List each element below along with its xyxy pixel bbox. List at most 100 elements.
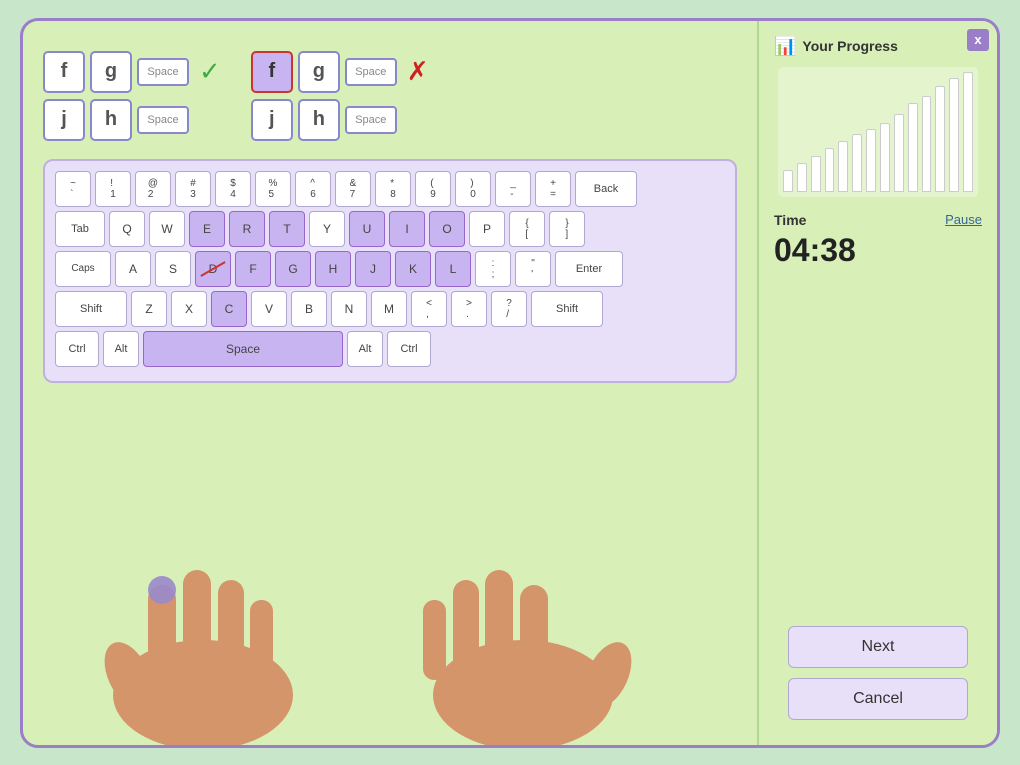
key-ctrl-right[interactable]: Ctrl	[387, 331, 431, 367]
key-7[interactable]: &7	[335, 171, 371, 207]
kb-row-2: Tab Q W E R T Y U I O P {[ }]	[55, 211, 725, 247]
key-equals[interactable]: +=	[535, 171, 571, 207]
key-d[interactable]: D	[195, 251, 231, 287]
key-5[interactable]: %5	[255, 171, 291, 207]
bar-13	[949, 78, 959, 192]
close-button[interactable]: x	[967, 29, 989, 51]
key-rbracket[interactable]: }]	[549, 211, 585, 247]
key-b[interactable]: B	[291, 291, 327, 327]
right-panel: x 📊 Your Progress Time Pause	[757, 21, 997, 745]
key-h-current: h	[298, 99, 340, 141]
key-h[interactable]: H	[315, 251, 351, 287]
key-space[interactable]: Space	[143, 331, 343, 367]
key-2[interactable]: @2	[135, 171, 171, 207]
key-q[interactable]: Q	[109, 211, 145, 247]
check-mark: ✓	[199, 56, 221, 87]
key-semicolon[interactable]: :;	[475, 251, 511, 287]
key-space-correct-r1: Space	[137, 58, 189, 86]
key-y[interactable]: Y	[309, 211, 345, 247]
key-f-correct: f	[43, 51, 85, 93]
key-o[interactable]: O	[429, 211, 465, 247]
key-g-current: g	[298, 51, 340, 93]
key-enter[interactable]: Enter	[555, 251, 623, 287]
key-f-current: f	[251, 51, 293, 93]
bar-2	[797, 163, 807, 192]
key-quote[interactable]: "'	[515, 251, 551, 287]
key-minus[interactable]: _-	[495, 171, 531, 207]
sequence-area: f g Space ✓ j h Space f g Space ✗	[43, 51, 737, 141]
key-k[interactable]: K	[395, 251, 431, 287]
bar-11	[922, 96, 932, 192]
key-8[interactable]: *8	[375, 171, 411, 207]
key-0[interactable]: )0	[455, 171, 491, 207]
key-slash[interactable]: ?/	[491, 291, 527, 327]
key-c[interactable]: C	[211, 291, 247, 327]
key-space-correct-r2: Space	[137, 106, 189, 134]
key-ctrl-left[interactable]: Ctrl	[55, 331, 99, 367]
progress-title: 📊 Your Progress	[774, 36, 898, 57]
current-row2: j h Space	[251, 99, 429, 141]
key-9[interactable]: (9	[415, 171, 451, 207]
key-space-current-r1: Space	[345, 58, 397, 86]
key-g[interactable]: G	[275, 251, 311, 287]
key-j[interactable]: J	[355, 251, 391, 287]
bar-14	[963, 72, 973, 192]
key-s[interactable]: S	[155, 251, 191, 287]
correct-row2: j h Space	[43, 99, 221, 141]
key-a[interactable]: A	[115, 251, 151, 287]
main-container: f g Space ✓ j h Space f g Space ✗	[20, 18, 1000, 748]
key-l[interactable]: L	[435, 251, 471, 287]
progress-label: Your Progress	[802, 38, 897, 54]
bar-1	[783, 170, 793, 192]
key-n[interactable]: N	[331, 291, 367, 327]
key-period[interactable]: >.	[451, 291, 487, 327]
cancel-button[interactable]: Cancel	[788, 678, 968, 720]
key-3[interactable]: #3	[175, 171, 211, 207]
key-z[interactable]: Z	[131, 291, 167, 327]
next-button[interactable]: Next	[788, 626, 968, 668]
key-t[interactable]: T	[269, 211, 305, 247]
time-section: Time Pause 04:38	[774, 212, 982, 289]
time-header: Time Pause	[774, 212, 982, 228]
key-alt-right[interactable]: Alt	[347, 331, 383, 367]
time-display: 04:38	[774, 232, 982, 269]
bar-3	[811, 156, 821, 192]
key-1[interactable]: !1	[95, 171, 131, 207]
key-r[interactable]: R	[229, 211, 265, 247]
key-m[interactable]: M	[371, 291, 407, 327]
bar-12	[935, 86, 945, 192]
kb-row-1: ~` !1 @2 #3 $4 %5 ^6 &7 *8 (9 )0 _- += B…	[55, 171, 725, 207]
kb-row-3: Caps A S D F G H J K L :; "' Enter	[55, 251, 725, 287]
key-u[interactable]: U	[349, 211, 385, 247]
key-p[interactable]: P	[469, 211, 505, 247]
key-e[interactable]: E	[189, 211, 225, 247]
keyboard: ~` !1 @2 #3 $4 %5 ^6 &7 *8 (9 )0 _- += B…	[43, 159, 737, 383]
key-tab[interactable]: Tab	[55, 211, 105, 247]
key-backspace[interactable]: Back	[575, 171, 637, 207]
bar-7	[866, 129, 876, 191]
key-shift-left[interactable]: Shift	[55, 291, 127, 327]
bar-4	[825, 148, 835, 191]
key-i[interactable]: I	[389, 211, 425, 247]
hands-illustration	[43, 525, 723, 745]
key-h-correct: h	[90, 99, 132, 141]
key-x[interactable]: X	[171, 291, 207, 327]
key-lbracket[interactable]: {[	[509, 211, 545, 247]
pause-button[interactable]: Pause	[945, 212, 982, 227]
key-caps[interactable]: Caps	[55, 251, 111, 287]
key-6[interactable]: ^6	[295, 171, 331, 207]
progress-icon: 📊	[774, 36, 796, 57]
key-f[interactable]: F	[235, 251, 271, 287]
key-v[interactable]: V	[251, 291, 287, 327]
bar-10	[908, 103, 918, 192]
left-panel: f g Space ✓ j h Space f g Space ✗	[23, 21, 757, 745]
correct-row1: f g Space ✓	[43, 51, 221, 93]
progress-chart	[778, 67, 978, 197]
key-comma[interactable]: <,	[411, 291, 447, 327]
key-alt-left[interactable]: Alt	[103, 331, 139, 367]
key-4[interactable]: $4	[215, 171, 251, 207]
key-w[interactable]: W	[149, 211, 185, 247]
time-label: Time	[774, 212, 806, 228]
key-shift-right[interactable]: Shift	[531, 291, 603, 327]
key-backtick[interactable]: ~`	[55, 171, 91, 207]
